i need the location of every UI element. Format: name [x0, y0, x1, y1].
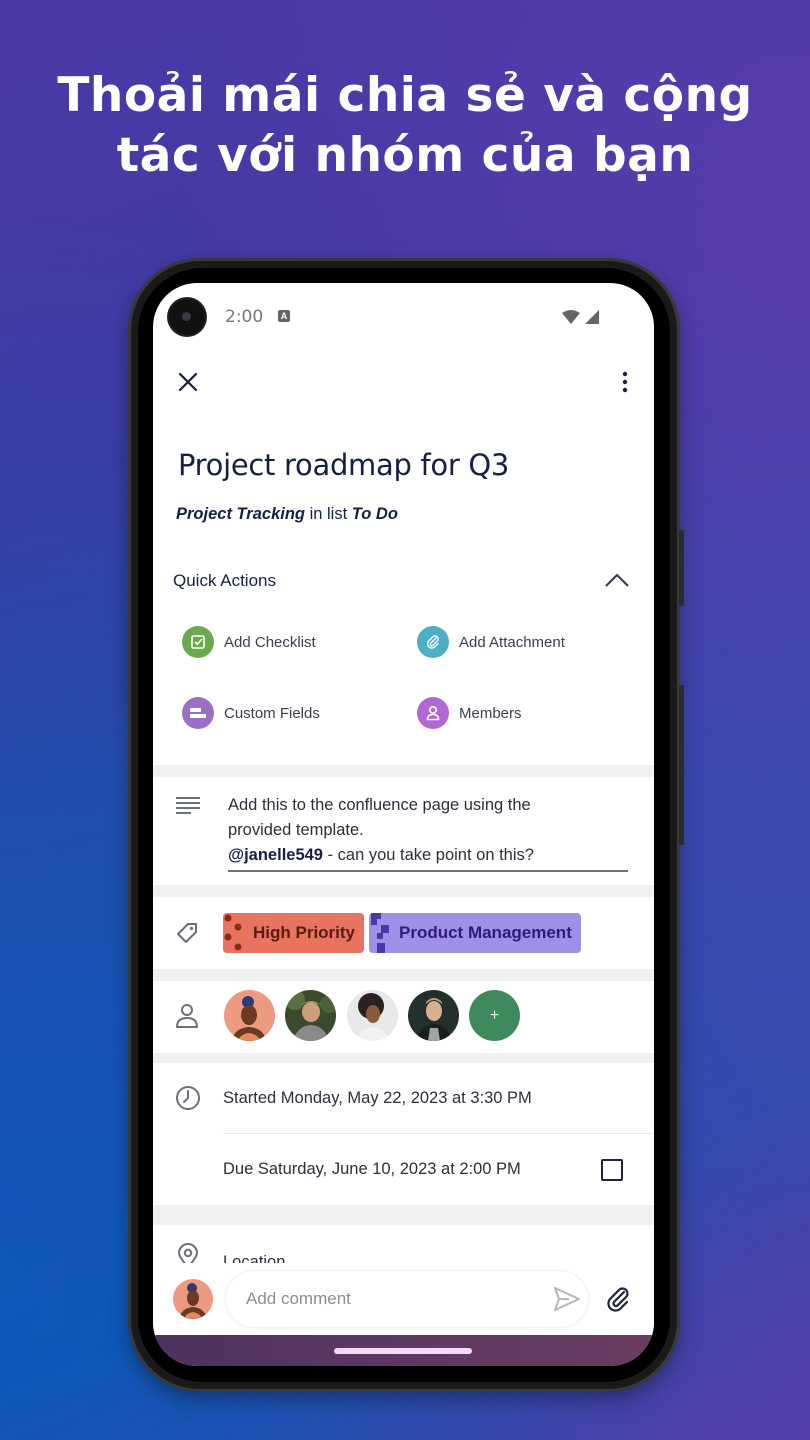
status-time: 2:00 — [225, 307, 264, 327]
paperclip-icon — [417, 626, 449, 658]
member-avatar-1[interactable] — [224, 990, 275, 1041]
clock-icon — [176, 1086, 200, 1110]
due-date[interactable]: Due Saturday, June 10, 2023 at 2:00 PM — [223, 1160, 521, 1179]
quick-action-add-attachment[interactable]: Add Attachment — [417, 625, 565, 659]
wifi-icon — [562, 310, 580, 324]
description-icon — [176, 797, 200, 814]
mention-link[interactable]: @janelle549 — [228, 846, 323, 864]
card-title[interactable]: Project roadmap for Q3 — [178, 448, 509, 482]
current-user-avatar — [173, 1279, 213, 1319]
description-line-rest: - can you take point on this? — [322, 846, 534, 864]
add-member-button[interactable]: + — [469, 990, 520, 1041]
quick-actions-header: Quick Actions — [173, 571, 276, 590]
close-icon[interactable] — [173, 367, 203, 397]
section-divider — [153, 1205, 654, 1225]
chevron-up-icon[interactable] — [604, 571, 630, 589]
more-vertical-icon[interactable] — [613, 367, 637, 397]
comment-input[interactable]: Add comment — [225, 1270, 589, 1328]
phone-screen: 2:00 A Project roadmap for Q3 Project Tr… — [153, 283, 654, 1366]
label-product-management[interactable]: Product Management — [369, 913, 581, 953]
person-icon — [176, 1004, 198, 1028]
description-line: Add this to the confluence page using th… — [228, 796, 531, 814]
system-navigation-bar — [153, 1335, 654, 1366]
dots-pattern-icon — [224, 914, 242, 951]
card-location-subtitle: Project Tracking in list To Do — [176, 505, 398, 524]
quick-action-members[interactable]: Members — [417, 696, 522, 730]
label-text: High Priority — [253, 923, 356, 942]
quick-action-label: Members — [459, 704, 522, 722]
custom-fields-icon — [182, 697, 214, 729]
quick-action-label: Custom Fields — [224, 704, 320, 722]
stairs-pattern-icon — [371, 913, 389, 953]
quick-action-add-checklist[interactable]: Add Checklist — [182, 625, 316, 659]
power-button — [679, 685, 684, 845]
camera-icon — [169, 299, 205, 335]
description-text[interactable]: Add this to the confluence page using th… — [228, 793, 628, 868]
quick-action-label: Add Attachment — [459, 633, 565, 651]
section-divider — [153, 765, 654, 777]
headline-line-2: tác với nhóm của bạn — [116, 128, 694, 183]
in-list-text: in list — [309, 505, 348, 523]
signal-icon — [585, 310, 599, 324]
date-separator — [223, 1133, 654, 1134]
toolbar — [153, 351, 654, 411]
status-bar: 2:00 A — [153, 283, 654, 351]
home-gesture-handle[interactable] — [334, 1348, 472, 1354]
quick-action-custom-fields[interactable]: Custom Fields — [182, 696, 320, 730]
list-name[interactable]: To Do — [352, 505, 398, 523]
description-line: @janelle549 - can you take point on this… — [228, 843, 628, 868]
section-divider — [153, 1053, 654, 1063]
member-icon — [417, 697, 449, 729]
comment-placeholder: Add comment — [246, 1289, 351, 1308]
section-divider — [153, 885, 654, 897]
due-complete-checkbox[interactable] — [601, 1159, 623, 1181]
section-divider — [153, 969, 654, 981]
description-line: provided template. — [228, 821, 364, 839]
headline-line-1: Thoải mái chia sẻ và cộng — [57, 68, 753, 123]
volume-button — [679, 530, 684, 606]
member-avatar-4[interactable] — [408, 990, 459, 1041]
board-name[interactable]: Project Tracking — [176, 505, 305, 523]
notification-a-icon: A — [278, 310, 290, 322]
send-icon[interactable] — [553, 1286, 581, 1312]
quick-action-label: Add Checklist — [224, 633, 316, 651]
checklist-icon — [182, 626, 214, 658]
label-text: Product Management — [399, 923, 572, 942]
attachment-icon[interactable] — [605, 1285, 633, 1313]
tag-icon — [177, 923, 197, 943]
description-underline — [228, 870, 628, 872]
start-date[interactable]: Started Monday, May 22, 2023 at 3:30 PM — [223, 1089, 532, 1108]
member-avatar-2[interactable] — [285, 990, 336, 1041]
member-avatar-3[interactable] — [347, 990, 398, 1041]
comment-bar: Add comment — [153, 1263, 654, 1335]
label-high-priority[interactable]: High Priority — [223, 913, 364, 953]
headline: Thoải mái chia sẻ và cộng tác với nhóm c… — [0, 66, 810, 186]
